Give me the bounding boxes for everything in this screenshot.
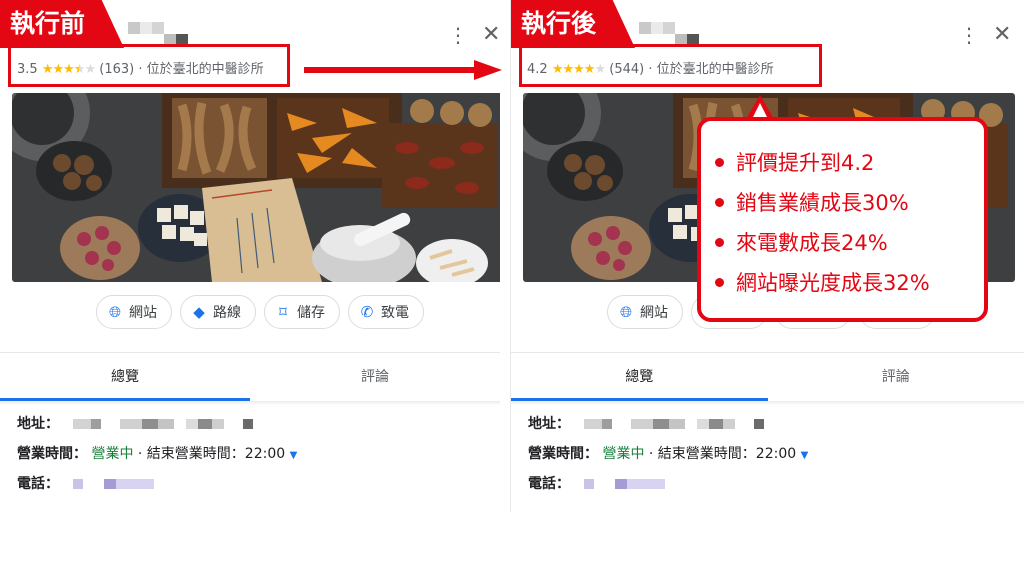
tab-reviews[interactable]: 評論 xyxy=(768,353,1024,401)
caret-down-icon[interactable]: ▼ xyxy=(290,450,298,461)
tab-overview[interactable]: 總覽 xyxy=(511,353,768,401)
action-buttons: 🌐︎網站 ◆路線 ⌑儲存 ✆致電 xyxy=(96,295,424,329)
star-rating-icon: ★★★★★ xyxy=(41,62,96,77)
bullet-icon xyxy=(715,237,724,247)
close-icon[interactable]: ✕ xyxy=(993,24,1011,46)
more-vert-icon[interactable]: ⋮ xyxy=(959,25,979,45)
directions-icon: ◆ xyxy=(193,303,205,321)
result-item: 銷售業績成長30% xyxy=(715,183,984,223)
business-category: 位於臺北的中醫診所 xyxy=(146,62,264,77)
business-category: 位於臺北的中醫診所 xyxy=(656,62,774,77)
phone-row: 電話： xyxy=(17,473,154,493)
tab-overview[interactable]: 總覽 xyxy=(0,353,250,401)
result-item: 網站曝光度成長32% xyxy=(715,263,984,303)
globe-icon: 🌐︎ xyxy=(108,303,121,321)
globe-icon: 🌐︎ xyxy=(619,303,632,321)
results-callout: 評價提升到4.2 銷售業績成長30% 來電數成長24% 網站曝光度成長32% xyxy=(697,117,988,322)
save-button[interactable]: ⌑儲存 xyxy=(264,295,340,329)
address-value-pixelated xyxy=(63,416,253,432)
bullet-icon xyxy=(715,197,724,207)
hours-row[interactable]: 營業時間： 營業中 · 結束營業時間：22:00 ▼ xyxy=(17,443,297,463)
bullet-icon xyxy=(715,277,724,287)
rating-value: 4.2 xyxy=(527,62,548,77)
address-value-pixelated xyxy=(574,416,764,432)
call-button[interactable]: ✆致電 xyxy=(348,295,424,329)
star-rating-icon: ★★★★★ xyxy=(551,62,606,77)
review-count[interactable]: (163) xyxy=(99,62,134,77)
rating-value: 3.5 xyxy=(17,62,38,77)
result-item: 評價提升到4.2 xyxy=(715,143,984,183)
address-row: 地址： xyxy=(528,413,764,433)
review-count[interactable]: (544) xyxy=(609,62,644,77)
hours-row[interactable]: 營業時間： 營業中 · 結束營業時間：22:00 ▼ xyxy=(528,443,808,463)
website-button[interactable]: 🌐︎ 網站 xyxy=(607,295,683,329)
phone-row: 電話： xyxy=(528,473,665,493)
bookmark-icon: ⌑ xyxy=(279,303,287,321)
rating-row: 4.2 ★★★★★ (544) · 位於臺北的中醫診所 xyxy=(527,62,774,77)
tab-bar: 總覽 評論 xyxy=(0,353,500,401)
tab-bar: 總覽 評論 xyxy=(511,353,1024,401)
tab-reviews[interactable]: 評論 xyxy=(250,353,500,401)
open-status: 營業中 xyxy=(602,446,645,462)
caret-down-icon[interactable]: ▼ xyxy=(801,450,809,461)
close-icon[interactable]: ✕ xyxy=(482,24,500,46)
before-badge: 執行前 xyxy=(0,0,124,48)
results-list: 評價提升到4.2 銷售業績成長30% 來電數成長24% 網站曝光度成長32% xyxy=(701,121,984,303)
bullet-icon xyxy=(715,157,724,167)
phone-value-pixelated xyxy=(63,476,154,492)
open-status: 營業中 xyxy=(91,446,134,462)
more-vert-icon[interactable]: ⋮ xyxy=(448,25,468,45)
herbal-medicine-photo xyxy=(12,93,500,282)
business-photo[interactable] xyxy=(12,93,500,282)
after-badge: 執行後 xyxy=(511,0,635,48)
rating-row: 3.5 ★★★★★ (163) · 位於臺北的中醫診所 xyxy=(17,62,264,77)
result-item: 來電數成長24% xyxy=(715,223,984,263)
phone-value-pixelated xyxy=(574,476,665,492)
address-row: 地址： xyxy=(17,413,253,433)
website-button[interactable]: 🌐︎ 網站 xyxy=(96,295,172,329)
directions-button[interactable]: ◆路線 xyxy=(180,295,256,329)
arrow-right-icon xyxy=(304,60,502,80)
phone-icon: ✆ xyxy=(360,303,374,321)
